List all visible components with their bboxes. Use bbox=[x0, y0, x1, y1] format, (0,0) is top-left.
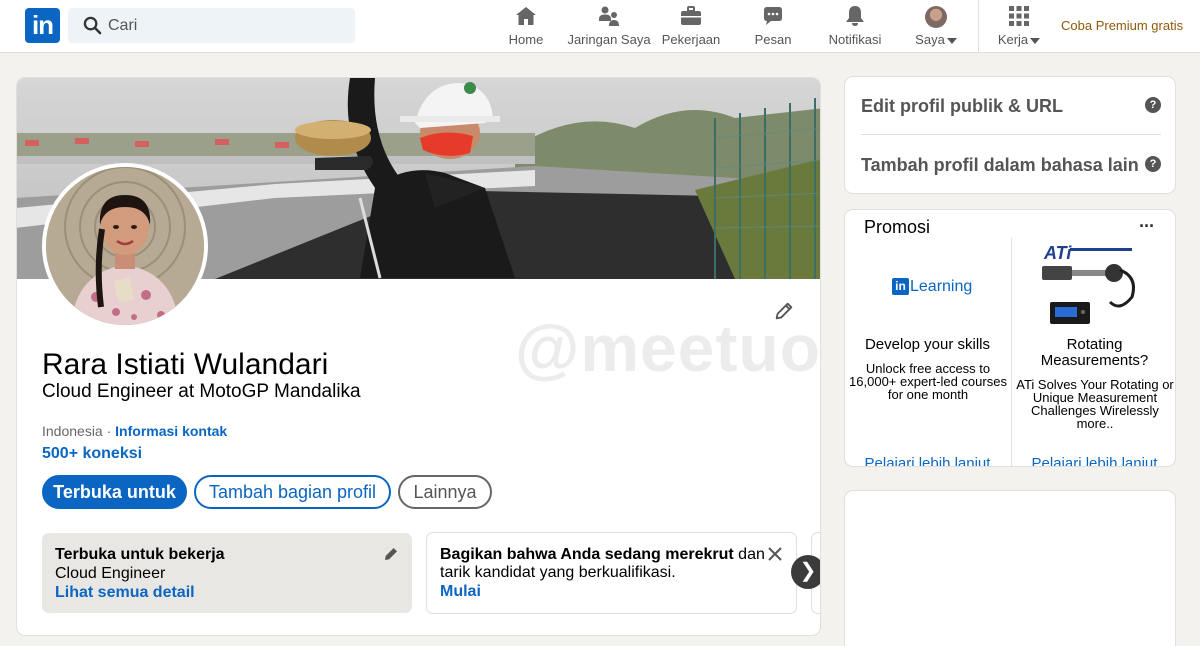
briefcase-icon bbox=[681, 6, 701, 25]
promo-item-ati[interactable]: ATi Rotating Measurements? ATi Solves Yo… bbox=[1011, 238, 1175, 466]
top-navigation: in Home Jaringan Saya Pekerjaan bbox=[0, 0, 1200, 53]
nav-home-label: Home bbox=[508, 32, 544, 47]
promo-title: Promosi bbox=[864, 217, 931, 237]
search-icon bbox=[83, 16, 102, 35]
profile-name: Rara Istiati Wulandari bbox=[42, 348, 329, 381]
nav-jobs[interactable]: Pekerjaan bbox=[660, 4, 722, 50]
share-hiring-text: Bagikan bahwa Anda sedang merekrut dan t… bbox=[440, 546, 783, 582]
learning-logo-text: Learning bbox=[910, 278, 973, 295]
carousel-next-button[interactable]: ❯ bbox=[791, 555, 820, 589]
profile-photo[interactable] bbox=[42, 163, 208, 329]
search-box[interactable] bbox=[68, 8, 355, 43]
promo-description: Unlock free access to 16,000+ expert-led… bbox=[849, 361, 1007, 402]
add-language-profile-link[interactable]: Tambah profil dalam bahasa lain bbox=[861, 155, 1139, 175]
nav-jobs-label: Pekerjaan bbox=[661, 32, 721, 47]
profile-headline: Cloud Engineer at MotoGP Mandalika bbox=[42, 381, 361, 402]
linkedin-in-icon: in bbox=[892, 278, 909, 295]
promo-heading: Develop your skills bbox=[864, 336, 991, 353]
linkedin-learning-logo: in Learning bbox=[892, 278, 972, 298]
edit-public-profile-row[interactable]: Edit profil publik & URL ? bbox=[861, 77, 1161, 135]
nav-messages[interactable]: Pesan bbox=[750, 4, 796, 50]
learn-more-link[interactable]: Pelajari lebih lanjut bbox=[845, 455, 1010, 466]
more-options-icon[interactable]: ··· bbox=[1139, 216, 1155, 237]
nav-me-label: Saya bbox=[910, 32, 962, 47]
profile-photo-image bbox=[46, 167, 204, 325]
help-icon[interactable]: ? bbox=[1145, 156, 1161, 172]
location-separator: · bbox=[106, 423, 112, 439]
edit-public-profile-link[interactable]: Edit profil publik & URL bbox=[861, 96, 1063, 116]
ati-product-image: ATi bbox=[1042, 243, 1135, 324]
nav-network-label: Jaringan Saya bbox=[567, 32, 651, 47]
nav-notifications[interactable]: Notifikasi bbox=[825, 4, 885, 50]
chevron-down-icon bbox=[1030, 37, 1041, 44]
nav-notifications-label: Notifikasi bbox=[828, 32, 882, 47]
promo-description: ATi Solves Your Rotating or Unique Measu… bbox=[1016, 377, 1174, 431]
chevron-down-icon bbox=[946, 37, 957, 44]
add-profile-section-button[interactable]: Tambah bagian profil bbox=[194, 475, 391, 509]
avatar bbox=[925, 6, 947, 28]
profile-card: @meetuoup Rara Istiati Wulandari Cloud E… bbox=[16, 77, 821, 636]
start-link[interactable]: Mulai bbox=[440, 583, 783, 601]
message-icon bbox=[764, 7, 782, 25]
connections-link[interactable]: 500+ koneksi bbox=[42, 445, 142, 463]
add-language-profile-row[interactable]: Tambah profil dalam bahasa lain ? bbox=[861, 136, 1161, 194]
nav-network[interactable]: Jaringan Saya bbox=[566, 4, 652, 50]
open-to-work-title: Terbuka untuk bekerja bbox=[55, 546, 225, 563]
share-hiring-card[interactable]: Bagikan bahwa Anda sedang merekrut dan t… bbox=[426, 532, 797, 614]
close-icon[interactable] bbox=[768, 547, 782, 561]
nav-work-label: Kerja bbox=[994, 32, 1044, 47]
share-hiring-bold: Bagikan bahwa Anda sedang merekrut bbox=[440, 546, 734, 563]
network-icon bbox=[599, 6, 619, 26]
promoted-card: Promosi ··· in Learning Develop your skil… bbox=[844, 209, 1176, 467]
svg-text:ATi: ATi bbox=[1043, 243, 1072, 263]
promo-heading: Rotating Measurements? bbox=[1040, 336, 1149, 369]
bell-icon bbox=[846, 6, 864, 26]
grid-icon bbox=[1009, 6, 1029, 26]
open-to-work-card[interactable]: Terbuka untuk bekerja Cloud Engineer Lih… bbox=[42, 533, 412, 613]
contact-info-link[interactable]: Informasi kontak bbox=[115, 423, 227, 439]
sidebar-card bbox=[844, 490, 1176, 646]
learn-more-link[interactable]: Pelajari lebih lanjut bbox=[1012, 455, 1175, 466]
nav-divider bbox=[978, 0, 979, 53]
profile-location: Indonesia bbox=[42, 423, 103, 439]
edit-pencil-icon[interactable] bbox=[383, 546, 399, 562]
search-input[interactable] bbox=[108, 8, 348, 43]
nav-me[interactable]: Saya bbox=[910, 4, 962, 50]
more-button[interactable]: Lainnya bbox=[398, 475, 492, 509]
profile-settings-card: Edit profil publik & URL ? Tambah profil… bbox=[844, 76, 1176, 194]
edit-intro-pencil-icon[interactable] bbox=[773, 300, 795, 322]
open-to-work-role: Cloud Engineer bbox=[55, 565, 166, 582]
open-to-button[interactable]: Terbuka untuk bbox=[42, 475, 187, 509]
nav-messages-label: Pesan bbox=[754, 32, 792, 47]
see-all-details-link[interactable]: Lihat semua detail bbox=[55, 584, 399, 602]
promo-item-learning[interactable]: in Learning Develop your skills Unlock fr… bbox=[845, 238, 1010, 466]
help-icon[interactable]: ? bbox=[1145, 97, 1161, 113]
location-line: Indonesia · Informasi kontak bbox=[42, 423, 227, 439]
nav-home[interactable]: Home bbox=[500, 4, 552, 50]
nav-work[interactable]: Kerja bbox=[994, 4, 1044, 50]
linkedin-logo[interactable]: in bbox=[25, 8, 60, 43]
premium-link[interactable]: Coba Premium gratis bbox=[1061, 18, 1183, 33]
home-icon bbox=[516, 7, 536, 25]
